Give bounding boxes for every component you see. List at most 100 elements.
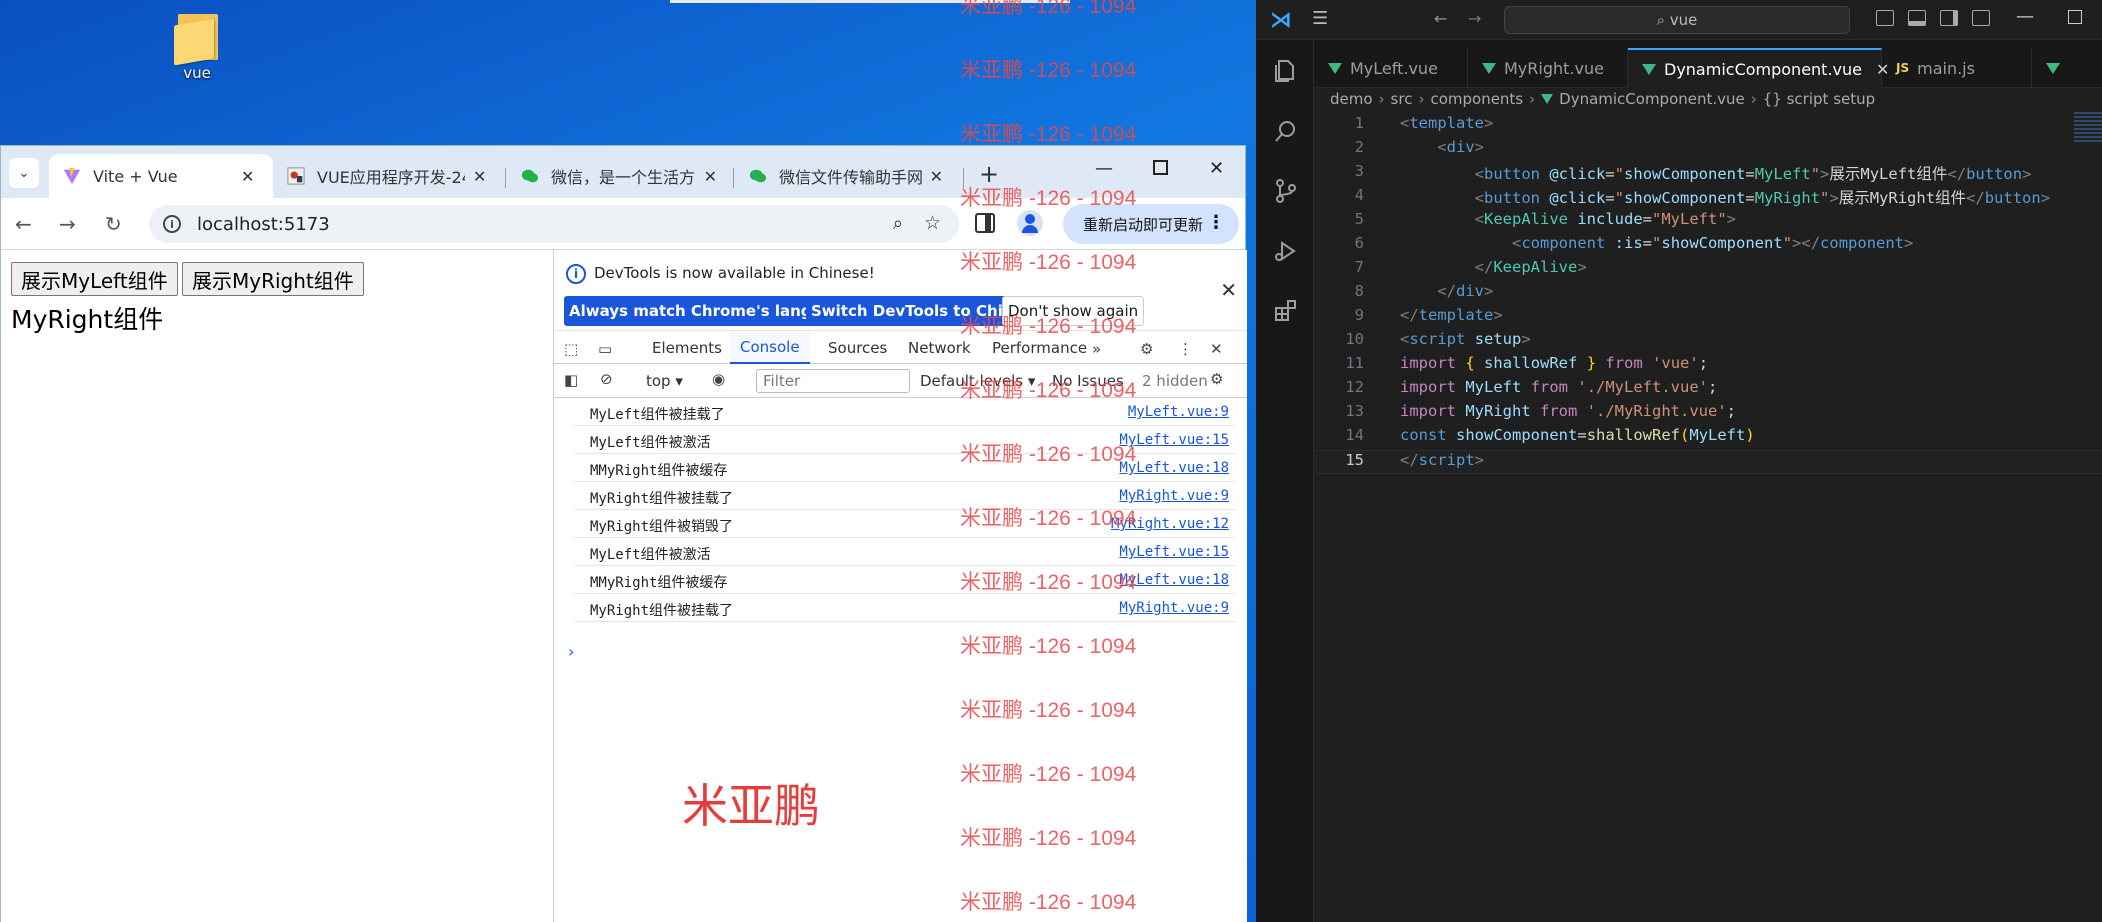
profile-avatar-icon[interactable]: [1017, 210, 1043, 236]
minimize-icon[interactable]: —: [2016, 6, 2034, 27]
context-selector[interactable]: top ▾: [646, 372, 683, 390]
more-options-icon[interactable]: ⋮: [1178, 340, 1193, 358]
maximize-icon[interactable]: [2068, 10, 2082, 24]
back-arrow-icon[interactable]: ←: [1434, 9, 1447, 28]
hidden-count: 2 hidden: [1142, 372, 1208, 390]
tab-elements[interactable]: Elements: [642, 331, 732, 364]
desktop-folder-vue[interactable]: vue: [162, 8, 232, 82]
zoom-icon[interactable]: ⌕: [893, 213, 903, 234]
console-filter-input[interactable]: Filter: [756, 369, 910, 393]
breadcrumb-item[interactable]: src: [1391, 90, 1413, 108]
editor-tabs: MyLeft.vue MyRight.vue DynamicComponent.…: [1314, 40, 2102, 88]
console-prompt-chevron-icon[interactable]: ›: [568, 642, 574, 661]
hamburger-menu-icon[interactable]: ☰: [1312, 8, 1328, 29]
tab-performance[interactable]: Performance: [982, 331, 1097, 364]
log-levels-dropdown[interactable]: Default levels ▾: [920, 372, 1035, 390]
source-control-icon[interactable]: [1273, 178, 1299, 204]
log-source-link[interactable]: MyLeft.vue:9: [1128, 404, 1229, 420]
log-source-link[interactable]: MyLeft.vue:18: [1119, 460, 1229, 476]
breadcrumb-item[interactable]: components: [1430, 90, 1523, 108]
log-text: MyLeft组件被挂载了: [590, 407, 725, 423]
code-line: 11 import { shallowRef } from 'vue';: [1314, 354, 2102, 378]
log-source-link[interactable]: MyRight.vue:9: [1119, 488, 1229, 504]
back-arrow-icon[interactable]: ←: [15, 212, 32, 236]
close-banner-icon[interactable]: ✕: [1220, 278, 1237, 302]
inspect-element-icon[interactable]: ⬚: [564, 340, 578, 358]
line-number: 8: [1354, 282, 1364, 300]
close-devtools-icon[interactable]: ✕: [1210, 340, 1223, 358]
run-debug-icon[interactable]: [1273, 238, 1299, 264]
tab-network[interactable]: Network: [898, 331, 981, 364]
tab-search-dropdown[interactable]: ⌄: [9, 158, 39, 188]
relaunch-label: 重新启动即可更新: [1083, 215, 1204, 234]
maximize-icon[interactable]: [1153, 160, 1168, 175]
close-icon[interactable]: ✕: [930, 167, 943, 186]
search-icon[interactable]: [1273, 118, 1299, 144]
relaunch-update-button[interactable]: 重新启动即可更新 ⋮: [1063, 204, 1239, 244]
device-toolbar-icon[interactable]: ▭: [598, 340, 612, 358]
url-text[interactable]: localhost:5173: [197, 214, 330, 235]
log-source-link[interactable]: MyLeft.vue:15: [1119, 544, 1229, 560]
settings-gear-icon[interactable]: ⚙: [1140, 340, 1153, 358]
reload-icon[interactable]: ↻: [105, 212, 122, 236]
forward-arrow-icon[interactable]: →: [59, 212, 76, 236]
code-line: 1 <template>: [1314, 114, 2102, 138]
breadcrumb-item[interactable]: DynamicComponent.vue: [1559, 90, 1745, 108]
editor-tab-overflow[interactable]: [2032, 48, 2102, 88]
more-menu-icon[interactable]: ⋮: [1207, 212, 1225, 233]
tab-wechat[interactable]: 微信，是一个生活方式 ✕: [507, 154, 731, 198]
devtools-language-banner: i DevTools is now available in Chinese! …: [554, 250, 1247, 330]
forward-arrow-icon[interactable]: →: [1468, 9, 1481, 28]
show-myright-button[interactable]: 展示MyRight组件: [182, 262, 364, 296]
clear-console-icon[interactable]: ⊘: [600, 370, 613, 388]
editor-tab-mainjs[interactable]: JS main.js: [1882, 48, 2032, 88]
site-info-icon[interactable]: i: [163, 215, 181, 233]
log-source-link[interactable]: MyRight.vue:12: [1111, 516, 1229, 532]
code-editor[interactable]: 1 <template> 2 <div> 3 <button @click="sh…: [1314, 112, 2102, 922]
live-expression-eye-icon[interactable]: ◉: [712, 370, 725, 388]
side-panel-icon[interactable]: [975, 213, 995, 233]
command-center-search[interactable]: ⌕ vue: [1504, 6, 1850, 34]
tab-wechat-file-transfer[interactable]: 微信文件传输助手网页 ✕: [735, 154, 957, 198]
minimize-icon[interactable]: —: [1095, 158, 1113, 179]
search-text: vue: [1669, 11, 1698, 29]
toggle-panel-icon[interactable]: [1908, 10, 1926, 26]
address-bar[interactable]: i localhost:5173 ⌕ ☆: [149, 205, 959, 243]
issues-counter[interactable]: No Issues: [1052, 372, 1124, 390]
toggle-sidebar-icon[interactable]: [1876, 10, 1894, 26]
window-close-icon[interactable]: ✕: [1209, 158, 1224, 179]
console-settings-icon[interactable]: ⚙: [1210, 370, 1223, 388]
bookmark-star-icon[interactable]: ☆: [924, 212, 941, 234]
new-tab-plus-icon[interactable]: +: [979, 160, 999, 188]
dont-show-again-button[interactable]: Don't show again: [1002, 296, 1145, 326]
minimap[interactable]: [2074, 112, 2102, 142]
breadcrumb-item[interactable]: {} script setup: [1763, 90, 1875, 108]
close-icon[interactable]: ✕: [704, 167, 717, 186]
explorer-files-icon[interactable]: [1273, 58, 1299, 84]
console-message: MyRight组件被挂载了 MyRight.vue:9: [574, 482, 1235, 510]
sidebar-toggle-icon[interactable]: ◧: [564, 371, 578, 389]
editor-tab-myleft[interactable]: MyLeft.vue: [1314, 48, 1468, 88]
tab-sources[interactable]: Sources: [818, 331, 897, 364]
close-icon[interactable]: ✕: [241, 167, 254, 186]
editor-tab-dynamiccomponent[interactable]: DynamicComponent.vue ✕: [1628, 48, 1889, 88]
breadcrumb-item[interactable]: demo: [1330, 90, 1373, 108]
log-text: MMyRight组件被缓存: [590, 575, 728, 591]
editor-tab-myright[interactable]: MyRight.vue: [1468, 48, 1628, 88]
line-number: 5: [1354, 210, 1364, 228]
close-icon[interactable]: ✕: [473, 167, 486, 186]
show-myleft-button[interactable]: 展示MyLeft组件: [11, 262, 178, 296]
vue-file-icon: [1541, 94, 1554, 104]
line-number: 9: [1354, 306, 1364, 324]
log-source-link[interactable]: MyLeft.vue:15: [1119, 432, 1229, 448]
search-icon: ⌕: [1656, 11, 1665, 29]
tab-vue-course[interactable]: VUE应用程序开发-24 ✕: [273, 154, 503, 198]
extensions-icon[interactable]: [1273, 298, 1299, 324]
log-source-link[interactable]: MyLeft.vue:18: [1119, 572, 1229, 588]
toggle-secondary-sidebar-icon[interactable]: [1940, 10, 1958, 26]
log-source-link[interactable]: MyRight.vue:9: [1119, 600, 1229, 616]
customize-layout-icon[interactable]: [1972, 10, 1990, 26]
tab-console[interactable]: Console: [730, 331, 810, 364]
more-tabs-icon[interactable]: »: [1092, 340, 1101, 358]
tab-vite-vue[interactable]: Vite + Vue ✕: [49, 154, 273, 198]
